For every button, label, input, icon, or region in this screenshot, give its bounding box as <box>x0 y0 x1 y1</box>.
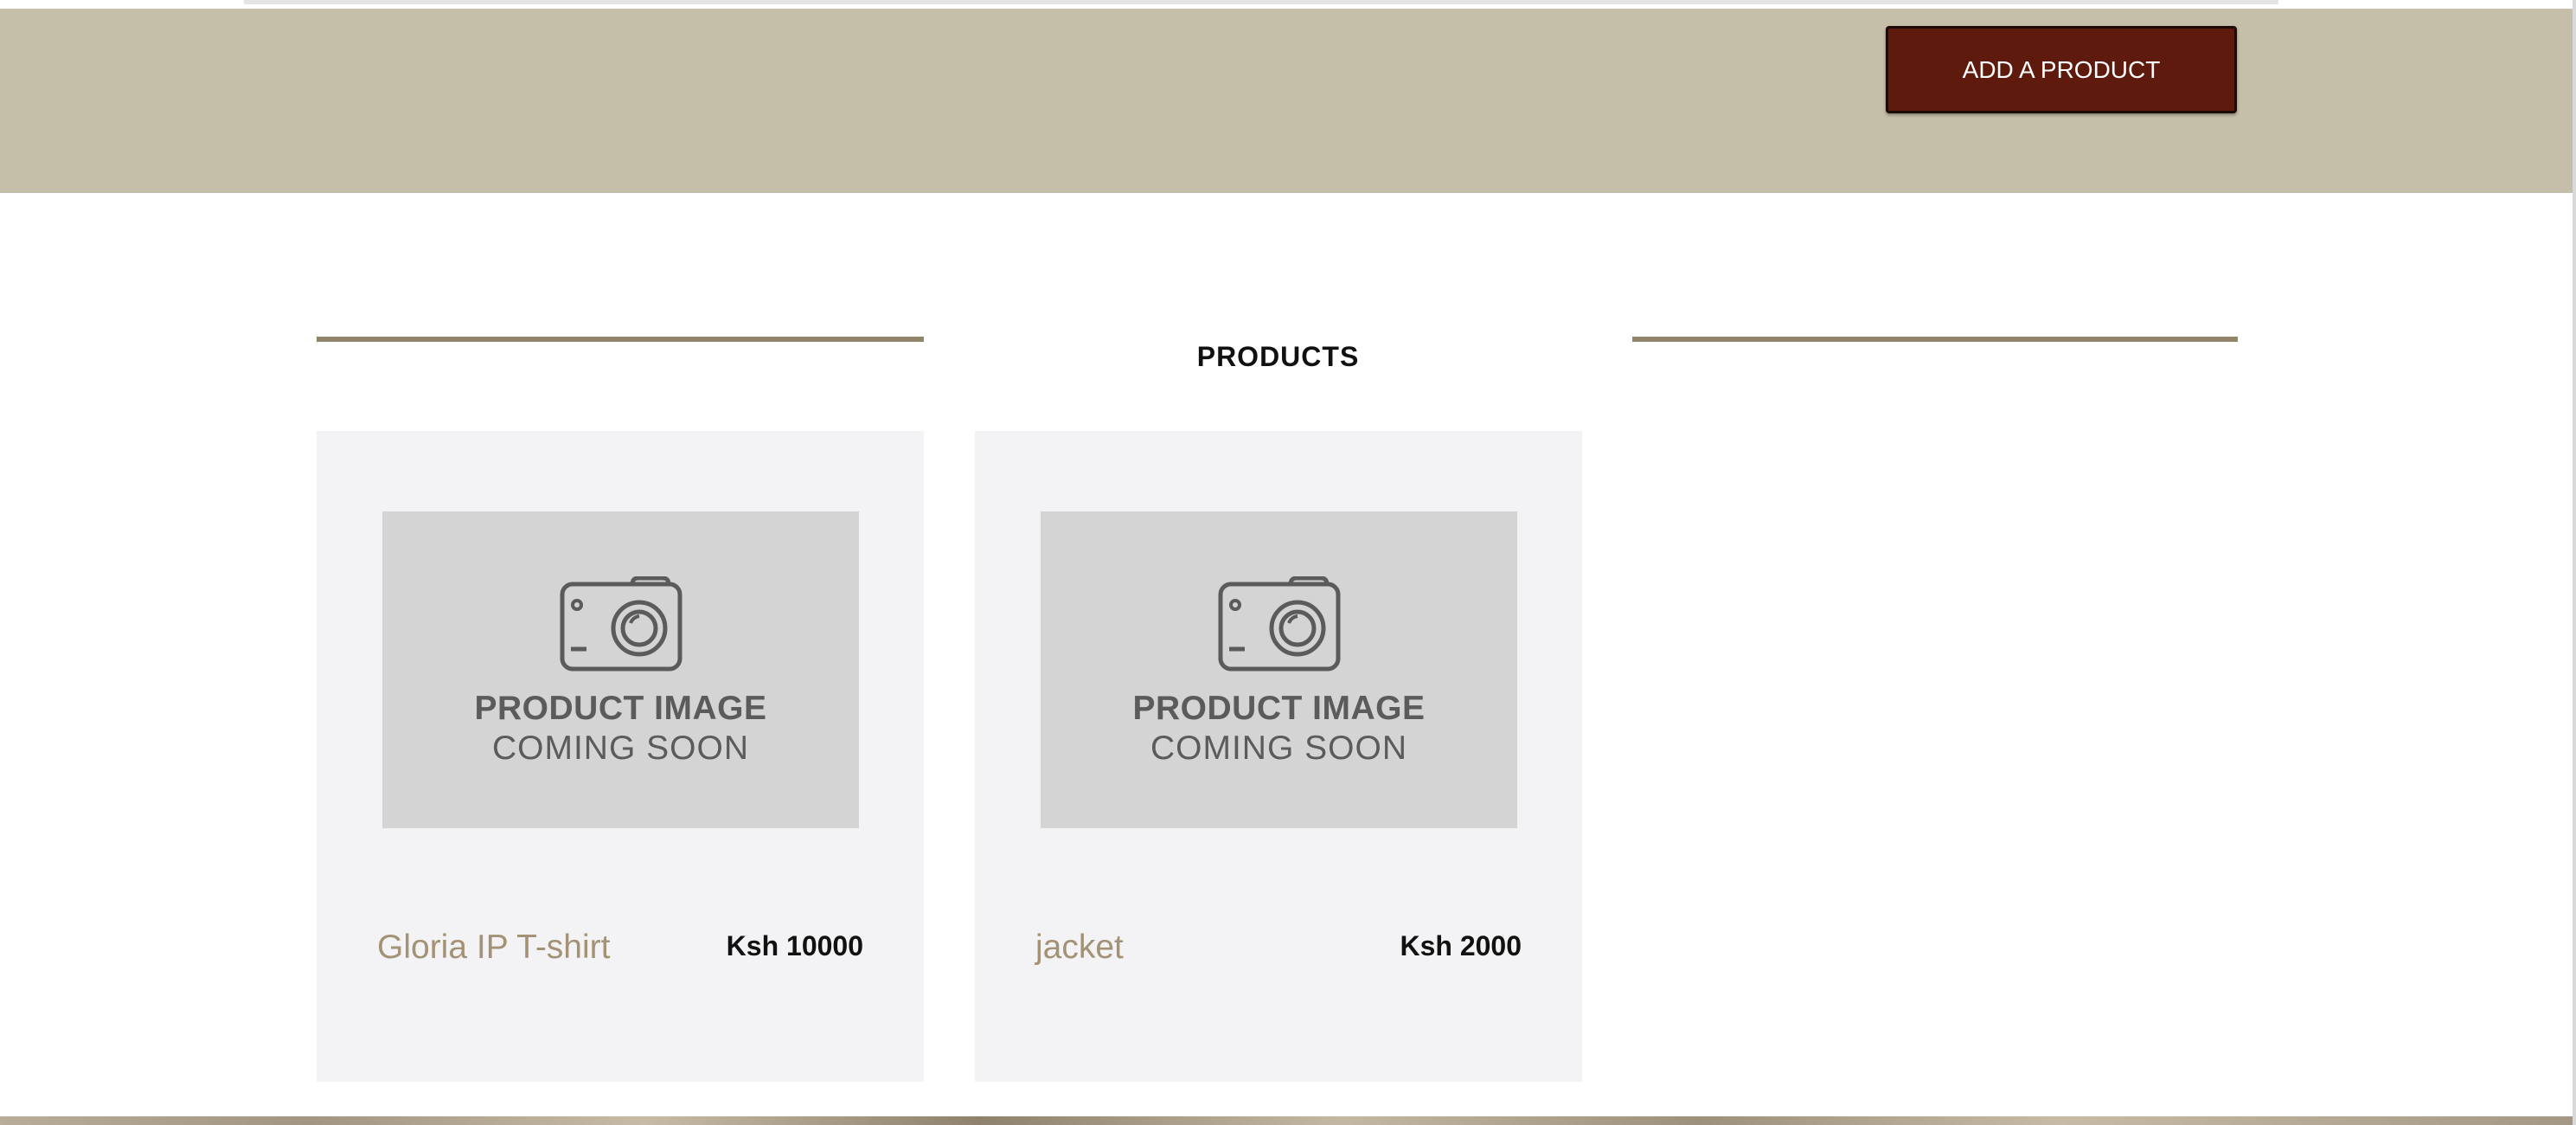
product-name-link[interactable]: Gloria IP T-shirt <box>377 929 610 967</box>
camera-icon <box>1218 576 1341 672</box>
footer-background-image <box>0 1116 2576 1125</box>
top-strip <box>0 0 2576 9</box>
placeholder-title: PRODUCT IMAGE <box>1132 690 1426 727</box>
section-rule-right <box>1632 337 2238 342</box>
placeholder-subtitle: COMING SOON <box>491 730 749 767</box>
page: ADD A PRODUCT PRODUCTS PRODUCT IMAGE COM… <box>0 0 2576 1125</box>
scrollbar-edge <box>2573 0 2576 1125</box>
product-card[interactable]: PRODUCT IMAGE COMING SOON Gloria IP T-sh… <box>317 431 924 1082</box>
top-divider <box>244 0 2278 4</box>
product-name-link[interactable]: jacket <box>1035 929 1124 967</box>
product-image-placeholder[interactable]: PRODUCT IMAGE COMING SOON <box>1041 511 1517 828</box>
section-title: PRODUCTS <box>1196 341 1360 372</box>
placeholder-title: PRODUCT IMAGE <box>474 690 767 727</box>
section-rule-left <box>317 337 924 342</box>
add-product-button[interactable]: ADD A PRODUCT <box>1886 26 2237 113</box>
product-image-placeholder[interactable]: PRODUCT IMAGE COMING SOON <box>382 511 859 828</box>
placeholder-subtitle: COMING SOON <box>1150 730 1407 767</box>
product-card[interactable]: PRODUCT IMAGE COMING SOON jacket Ksh 200… <box>975 431 1582 1082</box>
product-price: Ksh 10000 <box>726 930 863 961</box>
camera-icon <box>560 576 682 672</box>
product-price: Ksh 2000 <box>1400 930 1522 961</box>
